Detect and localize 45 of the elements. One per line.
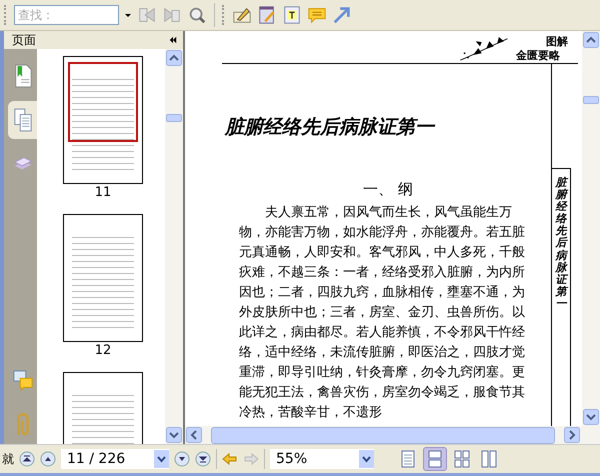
- page-thumbnail[interactable]: [63, 214, 143, 342]
- page-number-field[interactable]: 11 / 226: [61, 449, 169, 469]
- body-paragraph: 夫人禀五常，因风气而生长，风气虽能生万物，亦能害万物，如水能浮舟，亦能覆舟。若五脏元真通畅，人即安和。客气邪风，中人多死，千般疢难，不越三条：一者，经络受邪入脏腑，为内所因也；二者，四肢九窍，血脉相传，壅塞不通，为外皮肤所中也；三者，房室、金刃、虫兽所伤。以此详之，病由都尽。若人能养慎，不令邪风干忤经络，适中经络，未流传脏腑，即医治之，四肢才觉重滞，即导引吐纳，针灸膏摩，勿令九窍闭塞。更能无犯王法，禽兽灾伤，房室勿令竭乏，服食节其冷热，苦酸辛甘，不遗形: [239, 204, 525, 422]
- horizontal-scrollbar[interactable]: [185, 426, 600, 444]
- scroll-down-button[interactable]: [583, 409, 599, 425]
- first-page-icon[interactable]: [19, 451, 35, 467]
- panel-title: 页面: [12, 32, 36, 48]
- search-field[interactable]: 查找：: [14, 5, 119, 25]
- zoom-field[interactable]: 55%: [270, 449, 374, 469]
- scroll-left-button[interactable]: [186, 427, 202, 443]
- text-tool-icon[interactable]: [282, 5, 302, 25]
- next-page-icon[interactable]: [174, 451, 190, 467]
- scroll-thumb[interactable]: [211, 426, 555, 444]
- chapter-title: 脏腑经络先后病脉证第一: [225, 115, 436, 140]
- section-heading: 一、 纲: [362, 180, 414, 199]
- scroll-up-button[interactable]: [166, 50, 182, 66]
- previous-page-icon[interactable]: [40, 451, 56, 467]
- continuous-view-button[interactable]: [424, 448, 446, 470]
- collapse-icon[interactable]: [169, 36, 177, 44]
- scroll-thumb[interactable]: [583, 96, 599, 104]
- vertical-chapter-title: 脏腑经络先后病脉证第一: [556, 177, 566, 312]
- pages-tab[interactable]: [8, 101, 37, 139]
- last-page-icon[interactable]: [195, 451, 211, 467]
- book-series-title: 图解: [546, 35, 568, 49]
- dropdown-arrow-icon[interactable]: [124, 11, 132, 19]
- vertical-scrollbar[interactable]: [165, 49, 183, 444]
- arrow-tool-icon[interactable]: [332, 5, 352, 25]
- book-series-title: 金匮要略: [516, 49, 560, 63]
- scroll-up-button[interactable]: [583, 32, 599, 48]
- comment-icon[interactable]: [307, 5, 327, 25]
- pen-tool-icon[interactable]: [232, 5, 252, 25]
- page-thumbnail[interactable]: [63, 56, 143, 184]
- page-number-label: 11: [94, 185, 112, 200]
- vertical-scrollbar[interactable]: [582, 31, 600, 426]
- scroll-right-button[interactable]: [564, 427, 580, 443]
- status-text: 就: [2, 450, 14, 468]
- bookmark-page-icon: [12, 64, 32, 88]
- search-icon[interactable]: [187, 5, 207, 25]
- page-number-label: 12: [94, 343, 112, 358]
- pages-icon: [12, 108, 32, 132]
- scroll-down-button[interactable]: [166, 427, 182, 443]
- scroll-thumb[interactable]: [166, 114, 182, 122]
- note-edit-icon[interactable]: [257, 5, 277, 25]
- comments-icon: [12, 369, 32, 393]
- back-arrow-icon[interactable]: [222, 451, 238, 467]
